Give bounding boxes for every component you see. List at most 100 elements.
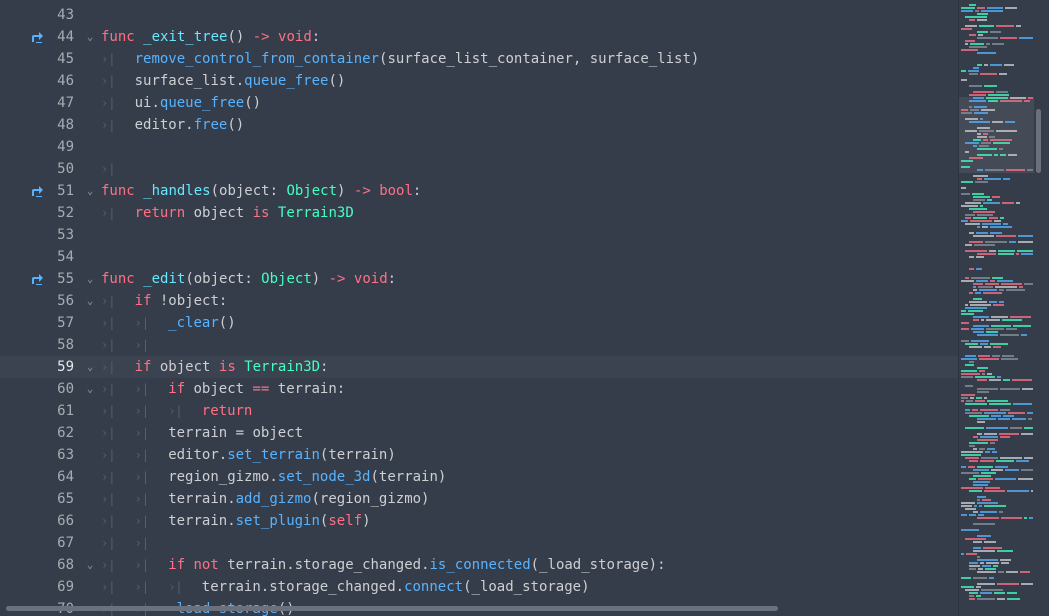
minimap-code-block xyxy=(974,112,988,114)
minimap-code-block xyxy=(1002,202,1014,204)
code-line[interactable]: 43 xyxy=(0,4,958,26)
code-line[interactable]: 58 ›| ›| xyxy=(0,334,958,356)
tab-indent-icon: ›| xyxy=(101,316,116,330)
code-token: (object: xyxy=(185,271,262,287)
code-text: ›| ›| ›| return xyxy=(101,400,252,422)
code-line[interactable]: 54 xyxy=(0,246,958,268)
minimap-code-block xyxy=(1001,517,1022,519)
minimap-code-block xyxy=(977,583,995,585)
code-token: if xyxy=(168,381,186,397)
code-line[interactable]: 62 ›| ›| terrain = object xyxy=(0,422,958,444)
code-text: ›| ›| terrain.add_gizmo(region_gizmo) xyxy=(101,488,430,510)
minimap-code-block xyxy=(1021,433,1033,435)
code-token: object xyxy=(185,205,253,221)
vertical-scrollbar[interactable] xyxy=(1034,0,1049,616)
code-token: == xyxy=(252,381,270,397)
minimap-code-block xyxy=(961,577,971,579)
minimap-code-block xyxy=(979,289,997,291)
code-line[interactable]: 63 ›| ›| editor.set_terrain(terrain) xyxy=(0,444,958,466)
code-line[interactable]: 66 ›| ›| terrain.set_plugin(self) xyxy=(0,510,958,532)
minimap-code-block xyxy=(978,355,990,357)
fold-chevron-icon[interactable]: ⌄ xyxy=(84,26,96,48)
code-line[interactable]: 64 ›| ›| region_gizmo.set_node_3d(terrain) xyxy=(0,466,958,488)
tab-indent-icon: ›| xyxy=(134,426,150,440)
fold-chevron-icon[interactable]: ⌄ xyxy=(84,378,96,400)
minimap-code-block xyxy=(990,442,995,444)
code-line[interactable]: 46 ›| surface_list.queue_free() xyxy=(0,70,958,92)
code-line[interactable]: 57 ›| ›| _clear() xyxy=(0,312,958,334)
minimap-code-block xyxy=(973,577,987,579)
minimap-code-block xyxy=(965,589,979,591)
minimap-code-block xyxy=(970,397,974,399)
code-line[interactable]: 48 ›| editor.free() xyxy=(0,114,958,136)
code-line[interactable]: 50 ›| xyxy=(0,158,958,180)
code-text: ›| remove_control_from_container(surface_… xyxy=(101,48,699,70)
code-line[interactable]: 60 ⌄ ›| ›| if object == terrain: xyxy=(0,378,958,400)
code-line[interactable]: 51 ⌄ func _handles(object: Object) -> bool… xyxy=(0,180,958,202)
code-line[interactable]: 61 ›| ›| ›| return xyxy=(0,400,958,422)
minimap-code-block xyxy=(1008,412,1025,414)
tab-indent-icon: ›| xyxy=(101,404,116,418)
minimap-code-block xyxy=(973,196,990,198)
minimap-code-block xyxy=(965,250,987,252)
line-number: 69 xyxy=(57,579,74,595)
vertical-scrollbar-thumb[interactable] xyxy=(1036,109,1041,173)
code-text: func _exit_tree() -> void: xyxy=(101,26,320,48)
code-line[interactable]: 52 ›| return object is Terrain3D xyxy=(0,202,958,224)
minimap-code-block xyxy=(969,73,978,75)
fold-chevron-icon[interactable]: ⌄ xyxy=(84,290,96,312)
minimap-code-block xyxy=(996,235,1016,237)
minimap-code-block xyxy=(977,154,992,156)
minimap-code-block xyxy=(986,331,998,333)
minimap-code-block xyxy=(977,517,999,519)
code-token: (object: xyxy=(210,183,287,199)
line-number: 56 xyxy=(57,293,74,309)
minimap-code-block xyxy=(1000,37,1017,39)
minimap[interactable] xyxy=(959,0,1034,616)
fold-chevron-icon[interactable]: ⌄ xyxy=(84,554,96,576)
minimap-code-block xyxy=(977,334,998,336)
code-token: terrain. xyxy=(168,491,236,507)
code-line[interactable]: 68 ⌄ ›| ›| if not terrain.storage_changed.is… xyxy=(0,554,958,576)
minimap-code-block xyxy=(965,223,980,225)
minimap-code-block xyxy=(961,358,977,360)
code-token: Object xyxy=(286,183,338,199)
fold-chevron-icon[interactable]: ⌄ xyxy=(84,180,96,202)
code-line[interactable]: 55 ⌄ func _edit(object: Object) -> void: xyxy=(0,268,958,290)
minimap-code-block xyxy=(969,85,982,87)
code-editor[interactable]: 43 44 ⌄ func _exit_tree() -> void: 45 ›| remov… xyxy=(0,0,958,616)
code-token: ) xyxy=(337,183,354,199)
minimap-code-block xyxy=(961,112,972,114)
code-line[interactable]: 49 xyxy=(0,136,958,158)
minimap-code-block xyxy=(973,235,994,237)
code-line[interactable]: 53 xyxy=(0,224,958,246)
code-token: is_connected xyxy=(429,557,531,573)
minimap-code-block xyxy=(982,223,1001,225)
code-line[interactable]: 69 ›| ›| ›| terrain.storage_changed.connect(… xyxy=(0,576,958,598)
code-line[interactable]: 44 ⌄ func _exit_tree() -> void: xyxy=(0,26,958,48)
minimap-code-block xyxy=(977,136,987,138)
code-line[interactable]: 56 ⌄ ›| if !object: xyxy=(0,290,958,312)
minimap-code-block xyxy=(1002,319,1022,321)
code-line[interactable]: 67 ›| ›| xyxy=(0,532,958,554)
fold-chevron-icon[interactable]: ⌄ xyxy=(84,356,96,378)
code-token: queue_free xyxy=(159,95,245,111)
minimap-code-block xyxy=(968,466,975,468)
minimap-code-block xyxy=(985,568,996,570)
minimap-code-block xyxy=(1006,169,1025,171)
code-token: _exit_tree xyxy=(143,29,228,45)
horizontal-scrollbar-thumb[interactable] xyxy=(6,606,778,611)
minimap-code-block xyxy=(987,199,992,201)
fold-chevron-icon[interactable]: ⌄ xyxy=(84,268,96,290)
minimap-code-block xyxy=(1022,388,1033,390)
code-line[interactable]: 47 ›| ui.queue_free() xyxy=(0,92,958,114)
minimap-code-block xyxy=(1007,598,1020,600)
code-token: region_gizmo. xyxy=(168,469,278,485)
code-line[interactable]: 65 ›| ›| terrain.add_gizmo(region_gizmo) xyxy=(0,488,958,510)
minimap-code-block xyxy=(984,505,1006,507)
horizontal-scrollbar[interactable] xyxy=(0,605,958,613)
minimap-code-block xyxy=(1016,460,1029,462)
code-line[interactable]: 59 ⌄ ›| if object is Terrain3D: xyxy=(0,356,958,378)
minimap-code-block xyxy=(961,529,979,531)
code-line[interactable]: 45 ›| remove_control_from_container(surfac… xyxy=(0,48,958,70)
